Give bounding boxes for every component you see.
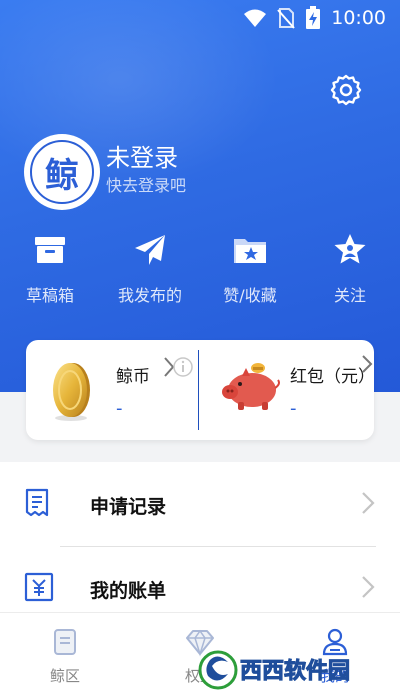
nav-tab-community[interactable]: 鲸区 bbox=[0, 613, 130, 700]
chevron-right-icon bbox=[362, 492, 375, 514]
svg-text:CR173.COM: CR173.COM bbox=[316, 684, 370, 694]
yen-bill-icon bbox=[24, 572, 54, 602]
document-icon bbox=[54, 629, 76, 655]
svg-text:西西软件园: 西西软件园 bbox=[240, 658, 350, 684]
quick-action-label: 草稿箱 bbox=[25, 286, 74, 305]
watermark-logo: 西西软件园 CR173.COM bbox=[198, 650, 370, 694]
quick-action-label: 赞/收藏 bbox=[223, 286, 277, 305]
nav-tab-label: 鲸区 bbox=[49, 667, 80, 685]
folder-star-icon bbox=[234, 239, 266, 263]
menu-item-label: 我的账单 bbox=[90, 580, 167, 602]
coins-label: 鲸币 bbox=[116, 367, 150, 387]
login-prompt[interactable]: 快去登录吧 bbox=[106, 172, 186, 196]
gold-coin-icon bbox=[53, 363, 90, 421]
wallet-card: 鲸币 - 红包（元） - bbox=[26, 340, 376, 440]
quick-actions: 草稿箱 我发布的 赞/收藏 关注 bbox=[0, 232, 400, 312]
quick-action-published[interactable]: 我发布的 bbox=[100, 232, 200, 312]
receipt-icon bbox=[25, 488, 49, 517]
menu-list: 申请记录 我的账单 bbox=[0, 462, 400, 612]
battery-charging-icon bbox=[306, 6, 321, 29]
chevron-right-icon bbox=[362, 576, 375, 598]
quick-action-label: 关注 bbox=[333, 286, 366, 305]
quick-action-likes[interactable]: 赞/收藏 bbox=[200, 232, 300, 312]
star-person-icon bbox=[334, 234, 366, 264]
status-time: 10:00 bbox=[331, 7, 386, 29]
avatar[interactable]: 鲸 bbox=[24, 134, 100, 210]
coins-value: - bbox=[116, 398, 123, 419]
settings-button[interactable] bbox=[328, 72, 364, 108]
status-bar: 10:00 bbox=[0, 0, 400, 36]
quick-action-follow[interactable]: 关注 bbox=[300, 232, 400, 312]
menu-item-label: 申请记录 bbox=[90, 496, 167, 518]
gear-icon bbox=[330, 74, 362, 106]
login-status[interactable]: 未登录 bbox=[106, 138, 178, 173]
wallet-divider bbox=[198, 350, 199, 430]
info-icon[interactable] bbox=[172, 356, 194, 378]
avatar-logo: 鲸 bbox=[30, 140, 94, 204]
quick-action-label: 我发布的 bbox=[117, 286, 182, 305]
paper-plane-icon bbox=[135, 235, 165, 265]
chevron-right-icon[interactable] bbox=[358, 354, 376, 374]
piggy-bank-icon bbox=[222, 363, 280, 410]
red-packet-value: - bbox=[290, 398, 297, 419]
wifi-icon bbox=[244, 9, 267, 27]
archive-box-icon bbox=[35, 237, 65, 263]
quick-action-drafts[interactable]: 草稿箱 bbox=[0, 232, 100, 312]
no-sim-icon bbox=[277, 8, 295, 29]
menu-item-applications[interactable]: 申请记录 bbox=[0, 462, 400, 547]
profile-screen: 10:00 鲸 未登录 快去登录吧 草稿箱 我发布的 赞/收藏 关注 鲸币 - … bbox=[0, 0, 400, 700]
